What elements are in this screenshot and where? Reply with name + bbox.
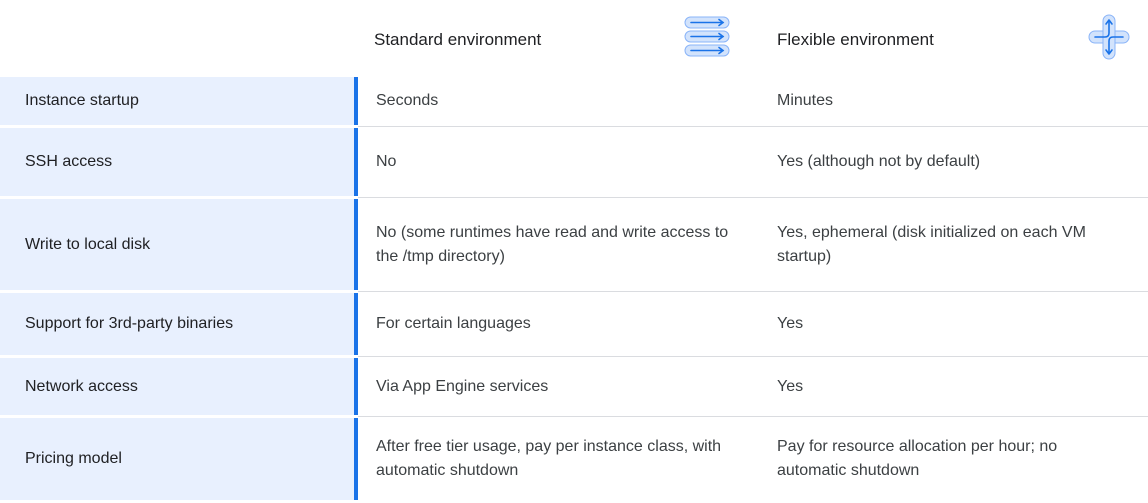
standard-value: Via App Engine services [376,377,549,395]
table-row: Write to local disk No (some runtimes ha… [0,199,1148,290]
standard-value: Seconds [376,92,439,109]
flexible-value: Pay for resource allocation per hour; no… [777,438,1058,479]
table-row: Instance startup Seconds Minutes [0,77,1148,125]
table-header: Standard environment Flexible environmen… [0,0,1148,86]
flexible-value: Minutes [777,92,834,109]
row-label: Network access [0,358,354,415]
row-divider [358,416,1148,417]
flexible-value: Yes (although not by default) [777,153,981,170]
flexible-value: Yes [777,377,804,395]
standard-value: No (some runtimes have read and write ac… [376,223,729,265]
row-label: Instance startup [0,77,354,125]
row-label: Pricing model [0,418,354,500]
row-label: Write to local disk [0,199,354,290]
table-row: SSH access No Yes (although not by defau… [0,128,1148,196]
comparison-table: Standard environment Flexible environmen… [0,0,1148,503]
standard-value: After free tier usage, pay per instance … [376,438,722,479]
flexible-value: Yes [777,315,804,332]
table-row: Support for 3rd-party binaries For certa… [0,293,1148,355]
row-divider [358,126,1148,127]
row-label: SSH access [0,128,354,196]
row-divider [358,197,1148,198]
row-divider [358,356,1148,357]
flexible-environment-heading: Flexible environment [777,30,934,49]
standard-value: For certain languages [376,315,531,332]
row-label: Support for 3rd-party binaries [0,293,354,355]
parallel-arrows-icon [684,16,730,57]
branching-arrows-icon [1088,14,1130,60]
standard-value: No [376,153,397,170]
table-row: Network access Via App Engine services Y… [0,358,1148,415]
row-divider [358,291,1148,292]
standard-environment-heading: Standard environment [374,30,542,49]
flexible-value: Yes, ephemeral (disk initialized on each… [777,223,1086,265]
table-row: Pricing model After free tier usage, pay… [0,418,1148,500]
